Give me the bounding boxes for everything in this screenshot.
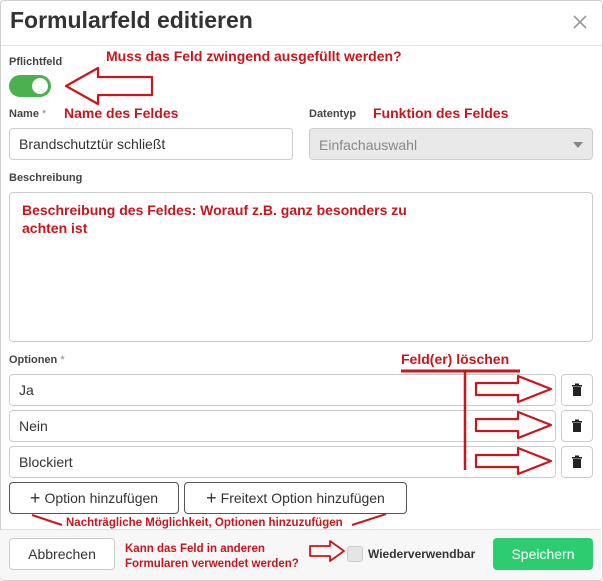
- arrow-delete-1: [474, 374, 553, 404]
- arrow-delete-3: [474, 446, 553, 476]
- dash-add-left: [31, 514, 63, 526]
- dash-add-right: [351, 513, 387, 526]
- arrow-mandatory: [64, 66, 154, 106]
- arrow-delete-2: [474, 410, 553, 440]
- arrow-reuse: [309, 540, 345, 562]
- annotation-overlay: [31, 66, 553, 562]
